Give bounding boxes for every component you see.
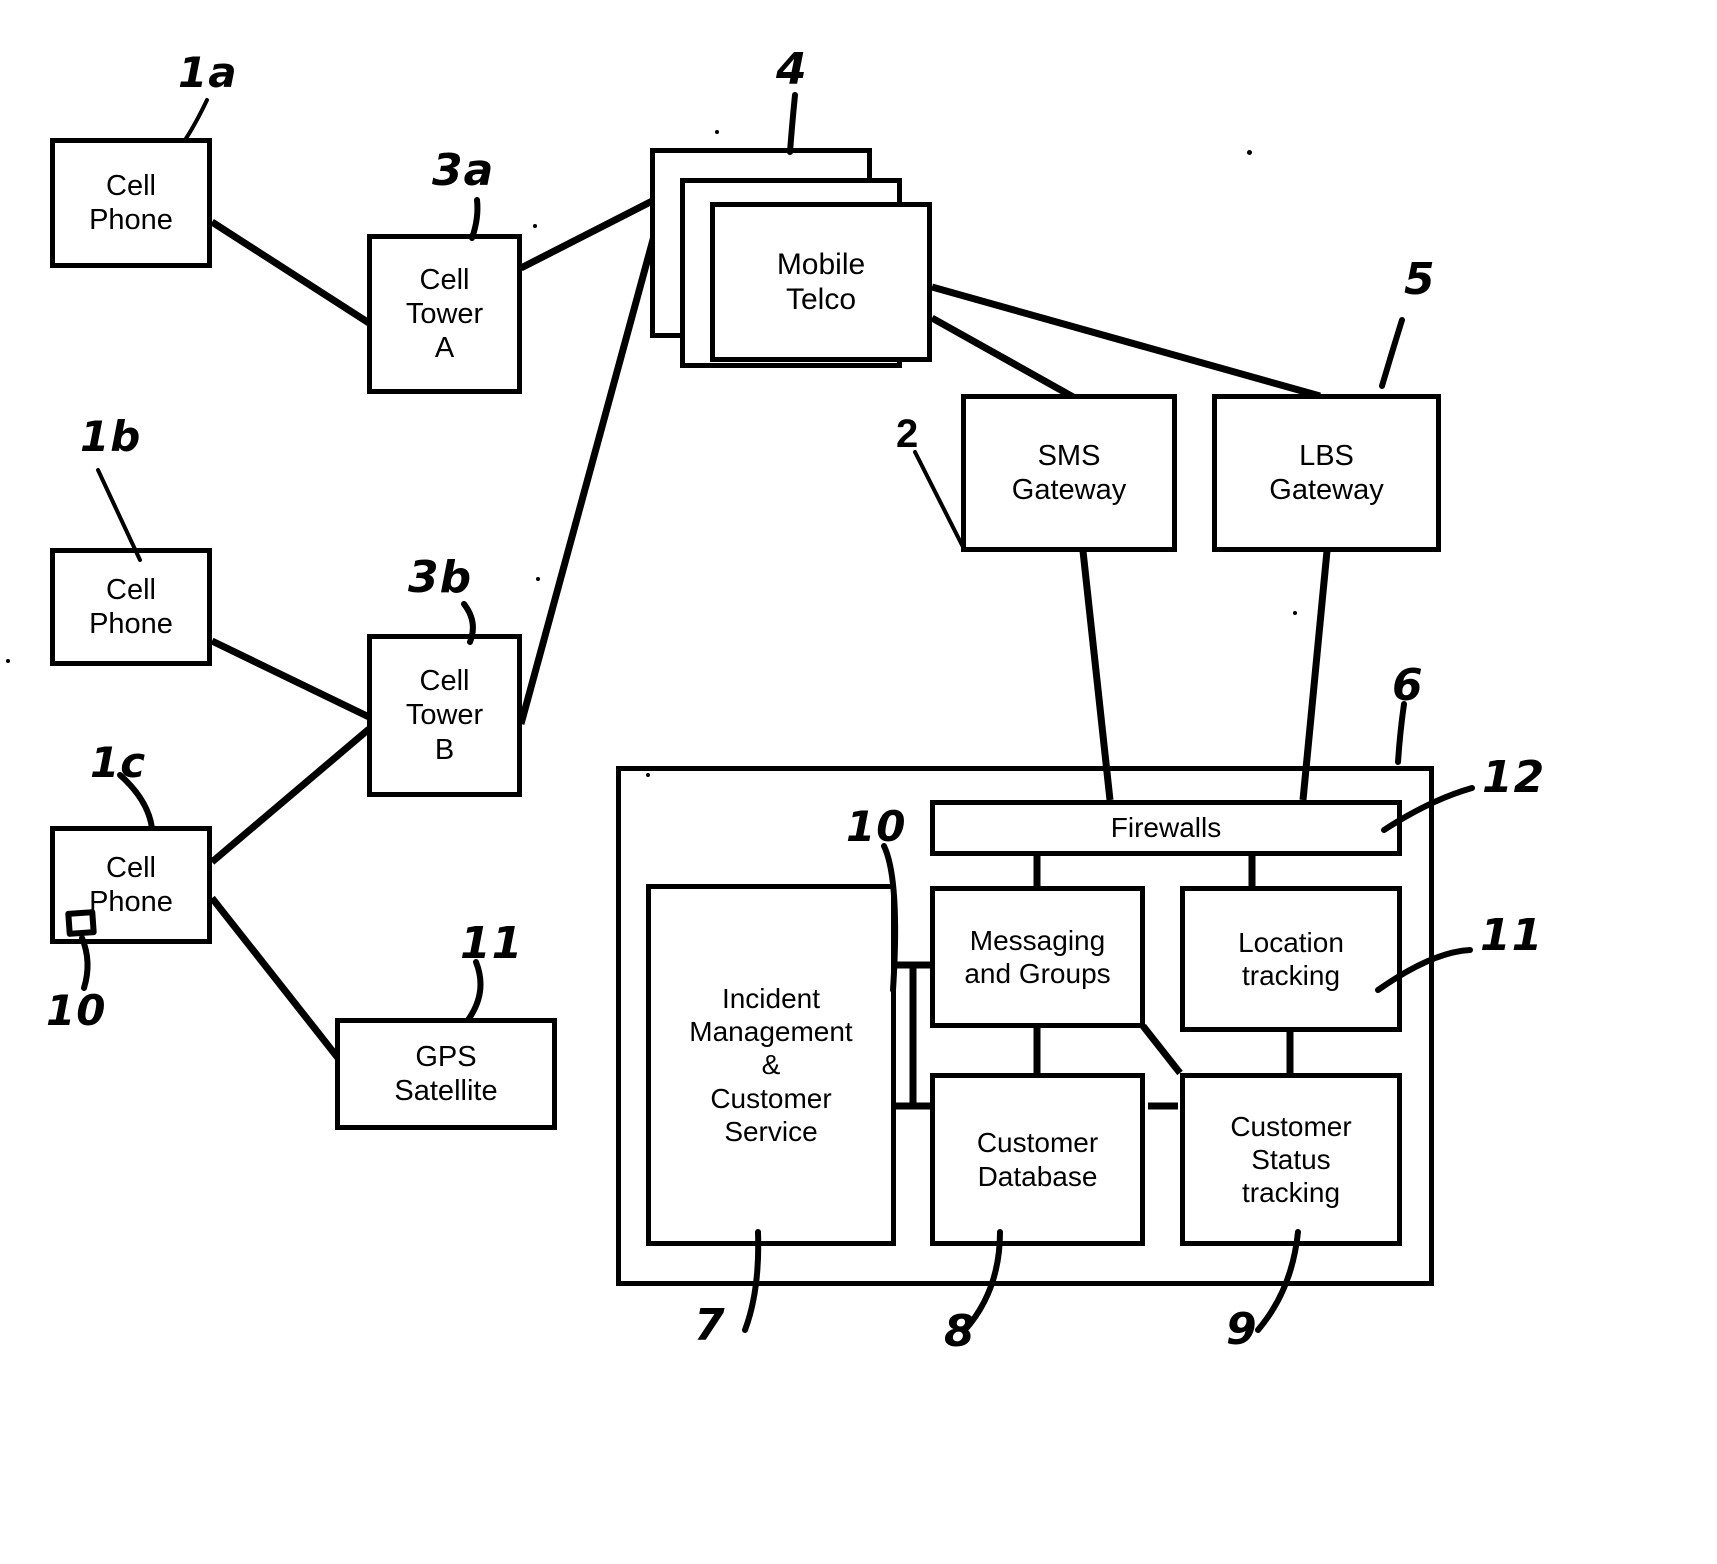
leader-4 xyxy=(787,92,798,155)
ref-numeral-2: 2 xyxy=(896,412,919,456)
leader-6 xyxy=(1395,701,1407,765)
leader-3a xyxy=(469,197,481,241)
ref-numeral-3b: 3b xyxy=(408,552,473,603)
leader-11-location xyxy=(1375,947,1473,993)
leader-7 xyxy=(742,1229,762,1333)
ref-numeral-11-location: 11 xyxy=(1480,910,1544,961)
ref-numeral-12: 12 xyxy=(1482,752,1546,803)
ref-numeral-5: 5 xyxy=(1404,254,1436,305)
ref-numeral-10-phone: 10 xyxy=(46,986,107,1035)
ref-numeral-11-gps: 11 xyxy=(460,918,524,969)
leader-10-system xyxy=(881,843,899,993)
patent-figure: Mobile Mobile Cell Phone Cell Tower A Ce… xyxy=(0,0,1717,1564)
leader-11-gps xyxy=(465,959,484,1023)
ref-numeral-7: 7 xyxy=(694,1300,726,1351)
leader-12 xyxy=(1381,785,1475,833)
ref-numeral-10-system: 10 xyxy=(846,802,907,851)
leader-lines xyxy=(79,92,1475,1333)
ref-numeral-8: 8 xyxy=(944,1306,976,1357)
leader-1b xyxy=(96,468,142,562)
ref-numeral-1c: 1c xyxy=(90,738,147,787)
ref-numeral-1b: 1b xyxy=(80,412,142,461)
leader-2 xyxy=(913,450,965,549)
ref-numeral-6: 6 xyxy=(1392,660,1424,711)
ref-numeral-4: 4 xyxy=(776,44,808,95)
ref-numeral-1a: 1a xyxy=(178,48,238,97)
leader-1a xyxy=(183,98,209,142)
leader-9 xyxy=(1255,1229,1301,1333)
leader-5 xyxy=(1379,317,1405,389)
leader-3b xyxy=(461,601,476,645)
ref-numeral-3a: 3a xyxy=(432,145,495,196)
ref-numeral-9: 9 xyxy=(1226,1304,1258,1355)
leader-10-phone xyxy=(79,935,91,991)
